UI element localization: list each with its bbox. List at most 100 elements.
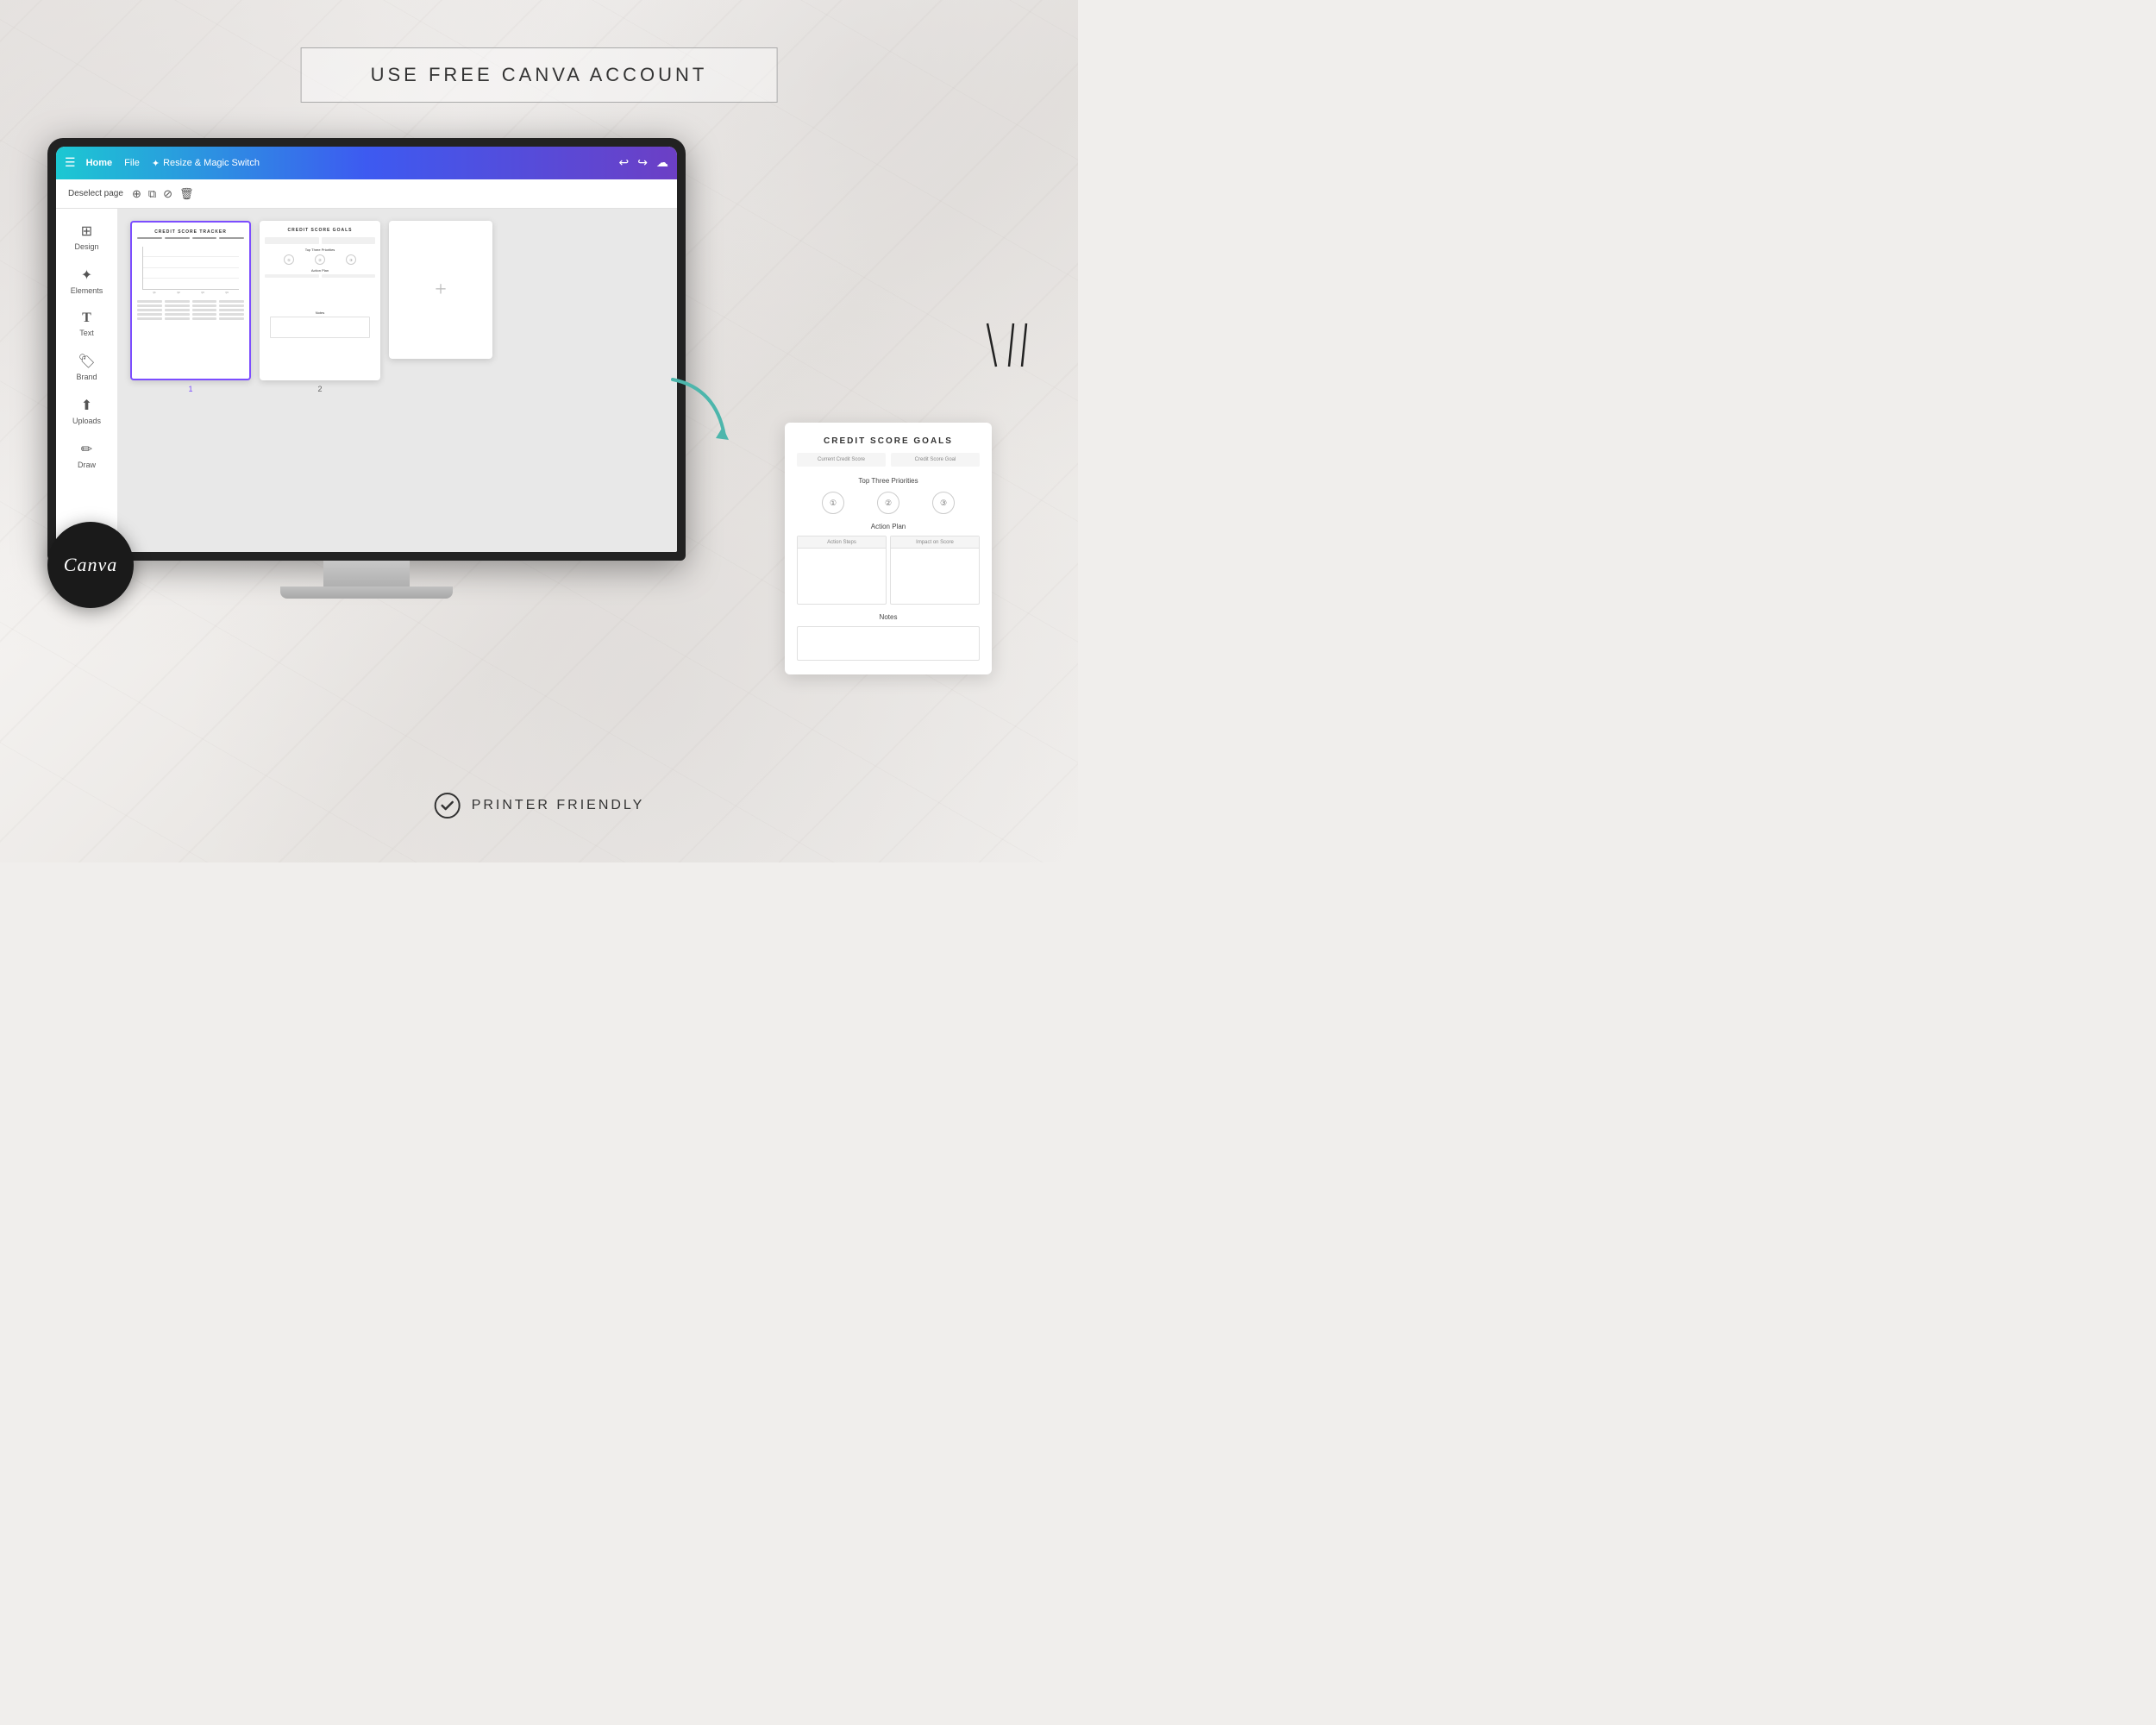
data-row-5: [137, 317, 244, 320]
sidebar-item-elements[interactable]: ✦ Elements: [58, 260, 116, 302]
magic-switch-label: Resize & Magic Switch: [163, 158, 260, 168]
p2-circle3: ③: [346, 254, 356, 265]
gc-circle1: ①: [822, 492, 844, 514]
bar3: [192, 237, 217, 239]
page3-thumbnail[interactable]: +: [389, 221, 492, 359]
uploads-label: Uploads: [72, 417, 101, 425]
p2-header-row: [265, 237, 375, 244]
arrow-svg: [664, 371, 742, 448]
topbar-nav: Home File ✦ Resize & Magic Switch: [86, 158, 260, 169]
gc-notes-title: Notes: [797, 613, 980, 621]
gc-header-cell2: Credit Score Goal: [891, 453, 980, 467]
redo-icon[interactable]: ↪: [637, 156, 648, 171]
text-icon: T: [82, 310, 91, 326]
page1-chart: Q1 Q2 Q3 Q4: [132, 242, 249, 298]
footer-text: PRINTER FRIENDLY: [472, 798, 645, 813]
design-label: Design: [74, 242, 98, 251]
header-text: USE FREE CANVA ACCOUNT: [371, 64, 708, 85]
p2-notes-title: Notes: [265, 310, 375, 315]
canva-topbar: ☰ Home File ✦ Resize & Magic Switch ↩ ↪ …: [56, 147, 677, 179]
magic-switch-nav[interactable]: ✦ Resize & Magic Switch: [152, 158, 260, 169]
gc-header-cell1: Current Credit Score: [797, 453, 886, 467]
p2-action-title: Action Plan: [265, 268, 375, 273]
copy-page-icon[interactable]: ⧉: [148, 187, 156, 201]
p2-circle1: ①: [284, 254, 294, 265]
data-row-1: [137, 300, 244, 303]
gc-action-col1: Action Steps: [797, 536, 887, 605]
screen-inner: ☰ Home File ✦ Resize & Magic Switch ↩ ↪ …: [56, 147, 677, 552]
data-row-2: [137, 304, 244, 307]
undo-icon[interactable]: ↩: [619, 156, 630, 171]
gc-notes-box: [797, 626, 980, 661]
page1-title: CREDIT SCORE TRACKER: [132, 223, 249, 237]
x-labels: Q1 Q2 Q3 Q4: [137, 292, 244, 294]
bar2: [165, 237, 190, 239]
design-icon: ⊞: [81, 223, 92, 240]
stand-base: [280, 586, 453, 599]
p2-circles-row: ① ② ③: [265, 254, 375, 265]
footer-section: PRINTER FRIENDLY: [434, 792, 645, 819]
uploads-icon: ⬆: [81, 397, 92, 414]
p2-circle2: ②: [315, 254, 325, 265]
canva-main: ⊞ Design ✦ Elements T Text 🏷 Brand: [56, 209, 677, 552]
page2-number: 2: [317, 385, 322, 393]
gc-circle2: ②: [877, 492, 899, 514]
hide-page-icon[interactable]: ⊘: [163, 187, 172, 201]
elements-label: Elements: [71, 286, 103, 295]
delete-page-icon[interactable]: 🗑: [179, 187, 194, 201]
data-row-3: [137, 309, 244, 311]
data-row-4: [137, 313, 244, 316]
page1-thumbnail[interactable]: CREDIT SCORE TRACKER: [130, 221, 251, 380]
deco-lines-svg: [970, 319, 1031, 371]
stand-neck: [323, 561, 410, 586]
goals-card: CREDIT SCORE GOALS Current Credit Score …: [785, 423, 992, 674]
brand-icon: 🏷: [78, 353, 95, 370]
arrow-element: [664, 371, 742, 448]
elements-icon: ✦: [81, 267, 92, 284]
sidebar-item-draw[interactable]: ✏ Draw: [58, 434, 116, 476]
home-nav[interactable]: Home: [86, 158, 113, 168]
gc-priorities-title: Top Three Priorities: [797, 477, 980, 485]
deco-lines-area: [970, 319, 1031, 375]
bar1: [137, 237, 162, 239]
gc-title: CREDIT SCORE GOALS: [797, 436, 980, 446]
add-page-plus[interactable]: +: [389, 221, 492, 359]
gc-circles-row: ① ② ③: [797, 492, 980, 514]
p2-notes-box: [270, 317, 370, 338]
bar4: [219, 237, 244, 239]
gc-action-table: Action Steps Impact on Score: [797, 536, 980, 605]
gc-circle3: ③: [932, 492, 955, 514]
canva-sidebar: ⊞ Design ✦ Elements T Text 🏷 Brand: [56, 209, 118, 552]
gc-action-title: Action Plan: [797, 523, 980, 530]
header-banner: USE FREE CANVA ACCOUNT: [301, 47, 778, 103]
deselect-page-btn[interactable]: Deselect page: [68, 189, 123, 198]
add-page-icon[interactable]: ⊕: [132, 187, 141, 201]
monitor-screen: ☰ Home File ✦ Resize & Magic Switch ↩ ↪ …: [47, 138, 686, 561]
cloud-icon[interactable]: ☁: [656, 156, 668, 171]
canva-subtoolbar: Deselect page ⊕ ⧉ ⊘ 🗑: [56, 179, 677, 209]
file-nav[interactable]: File: [124, 158, 140, 168]
draw-label: Draw: [78, 461, 96, 469]
canva-logo-bubble: Canva: [47, 522, 134, 608]
sidebar-item-design[interactable]: ⊞ Design: [58, 216, 116, 258]
text-label: Text: [79, 329, 94, 337]
sidebar-item-uploads[interactable]: ⬆ Uploads: [58, 390, 116, 432]
page1-wrap: CREDIT SCORE TRACKER: [130, 221, 251, 393]
magic-star-icon: ✦: [152, 158, 160, 169]
monitor-wrapper: ☰ Home File ✦ Resize & Magic Switch ↩ ↪ …: [47, 138, 686, 599]
subtoolbar-icons: ⊕ ⧉ ⊘ 🗑: [132, 187, 194, 201]
page2-thumbnail[interactable]: CREDIT SCORE GOALS Top Three Priorities …: [260, 221, 380, 380]
gc-header-row: Current Credit Score Credit Score Goal: [797, 453, 980, 467]
sidebar-item-brand[interactable]: 🏷 Brand: [58, 346, 116, 388]
brand-label: Brand: [76, 373, 97, 381]
hamburger-icon[interactable]: ☰: [65, 156, 76, 171]
canva-logo-text: Canva: [64, 554, 117, 576]
draw-icon: ✏: [81, 441, 92, 458]
printer-friendly-icon: [434, 792, 461, 819]
sidebar-item-text[interactable]: T Text: [58, 304, 116, 344]
gc-header-label1: Current Credit Score: [818, 457, 865, 462]
page2-wrap: CREDIT SCORE GOALS Top Three Priorities …: [260, 221, 380, 393]
gc-action-label2: Impact on Score: [916, 540, 954, 545]
gc-action-col2: Impact on Score: [890, 536, 980, 605]
page3-wrap: +: [389, 221, 492, 359]
